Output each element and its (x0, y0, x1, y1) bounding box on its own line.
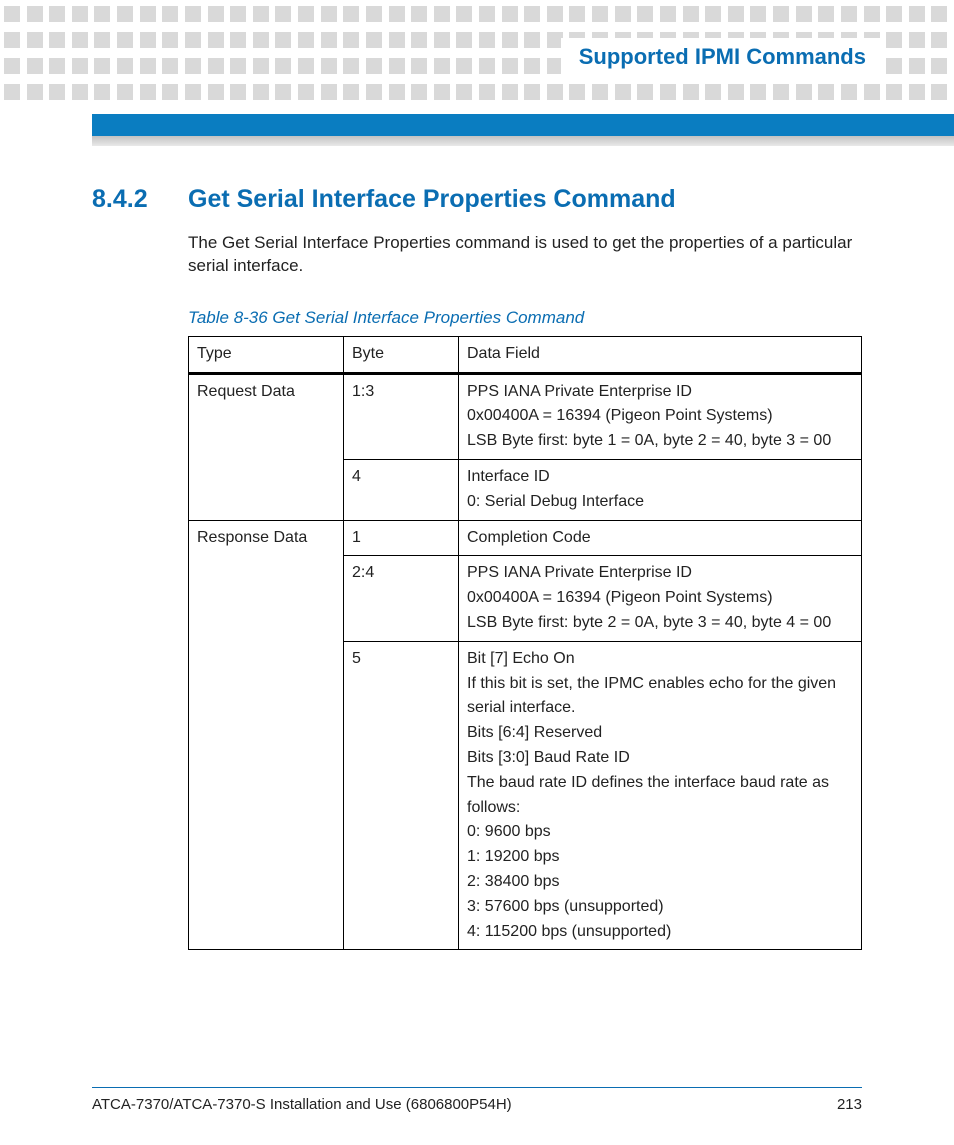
cell-byte: 1 (344, 520, 459, 556)
cell-data: Bit [7] Echo OnIf this bit is set, the I… (459, 641, 862, 950)
section-number: 8.4.2 (92, 185, 162, 214)
cell-byte: 1:3 (344, 373, 459, 459)
table-row: Response Data1Completion Code (189, 520, 862, 556)
cell-data: PPS IANA Private Enterprise ID0x00400A =… (459, 373, 862, 459)
th-byte: Byte (344, 336, 459, 373)
page-footer: ATCA-7370/ATCA-7370-S Installation and U… (92, 1087, 862, 1113)
cell-byte: 5 (344, 641, 459, 950)
section-intro-paragraph: The Get Serial Interface Properties comm… (188, 232, 862, 278)
cell-data: PPS IANA Private Enterprise ID0x00400A =… (459, 556, 862, 641)
header-gray-bar (92, 136, 954, 146)
chapter-title: Supported IPMI Commands (579, 44, 866, 70)
footer-doc-title: ATCA-7370/ATCA-7370-S Installation and U… (92, 1096, 512, 1113)
footer-page-number: 213 (837, 1096, 862, 1113)
table-row: Request Data1:3PPS IANA Private Enterpri… (189, 373, 862, 459)
th-data: Data Field (459, 336, 862, 373)
th-type: Type (189, 336, 344, 373)
cell-byte: 4 (344, 460, 459, 521)
cell-byte: 2:4 (344, 556, 459, 641)
cell-data: Interface ID0: Serial Debug Interface (459, 460, 862, 521)
table-header-row: Type Byte Data Field (189, 336, 862, 373)
chapter-title-wrap: Supported IPMI Commands (561, 38, 884, 76)
cell-data: Completion Code (459, 520, 862, 556)
section-heading: 8.4.2 Get Serial Interface Properties Co… (92, 185, 862, 214)
header-blue-bar (92, 114, 954, 136)
page-content: 8.4.2 Get Serial Interface Properties Co… (92, 185, 862, 950)
command-table: Type Byte Data Field Request Data1:3PPS … (188, 336, 862, 951)
section-title: Get Serial Interface Properties Command (188, 185, 676, 214)
table-caption: Table 8-36 Get Serial Interface Properti… (188, 308, 862, 328)
cell-type: Request Data (189, 373, 344, 520)
cell-type: Response Data (189, 520, 344, 950)
